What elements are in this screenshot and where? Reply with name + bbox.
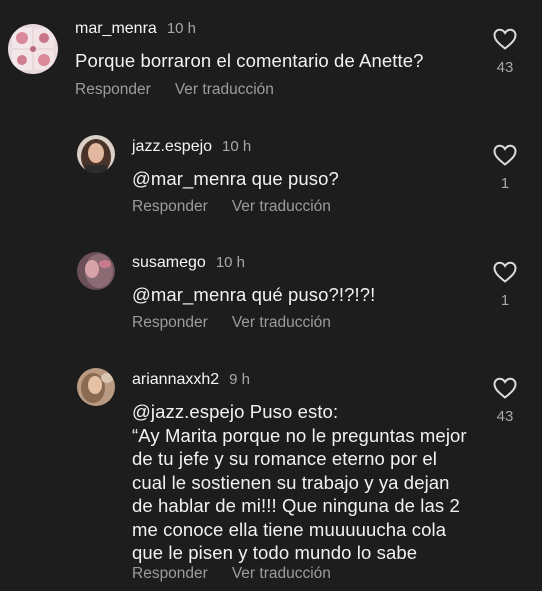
see-translation-button[interactable]: Ver traducción [232,198,331,216]
timestamp: 10 h [166,20,197,37]
username[interactable]: ariannaxxh2 [132,371,219,389]
comment-text: @mar_menra qué puso?!?!?! [132,284,376,305]
reply-button[interactable]: Responder [132,565,208,583]
comment-line: cual le sostienen su trabajo y ya dejan [132,471,450,493]
heart-icon[interactable] [493,377,517,399]
timestamp: 10 h [215,254,246,271]
reply-button[interactable]: Responder [75,81,151,99]
comment-line: “Ay Marita porque no le preguntas mejor [132,424,467,446]
username[interactable]: jazz.espejo [132,138,212,156]
avatar[interactable] [77,252,115,290]
username[interactable]: mar_menra [75,20,157,38]
reply-button[interactable]: Responder [132,314,208,332]
comment-line: de hablar de mi!!! Que ninguna de las 2 [132,495,460,516]
heart-icon[interactable] [493,261,517,283]
comment-text: @mar_menra que puso? [132,168,339,189]
heart-icon[interactable] [493,144,517,166]
avatar[interactable] [77,135,115,173]
like-count: 43 [496,59,514,76]
comment-text: @jazz.espejo Puso esto: “Ay Marita porqu… [132,400,467,565]
comment-text: Porque borraron el comentario de Anette? [75,50,424,71]
timestamp: 9 h [229,371,251,388]
like-count: 1 [500,292,510,309]
timestamp: 10 h [222,138,252,155]
like-count: 1 [500,175,510,192]
like-count: 43 [496,408,514,425]
username[interactable]: susamego [132,254,206,272]
see-translation-button[interactable]: Ver traducción [232,314,331,332]
comment-line: que le pisen y todo mundo lo sabe [132,542,418,563]
see-translation-button[interactable]: Ver traducción [175,81,274,99]
comment-line: me conoce ella tiene muuuuucha cola [132,518,447,540]
avatar[interactable] [8,24,58,74]
comment-line: @jazz.espejo Puso esto: [132,401,339,422]
see-translation-button[interactable]: Ver traducción [232,565,331,583]
comment-line: de tu jefe y su romance eterno por el [132,448,438,469]
reply-button[interactable]: Responder [132,198,208,216]
avatar[interactable] [77,368,115,406]
heart-icon[interactable] [493,28,517,50]
